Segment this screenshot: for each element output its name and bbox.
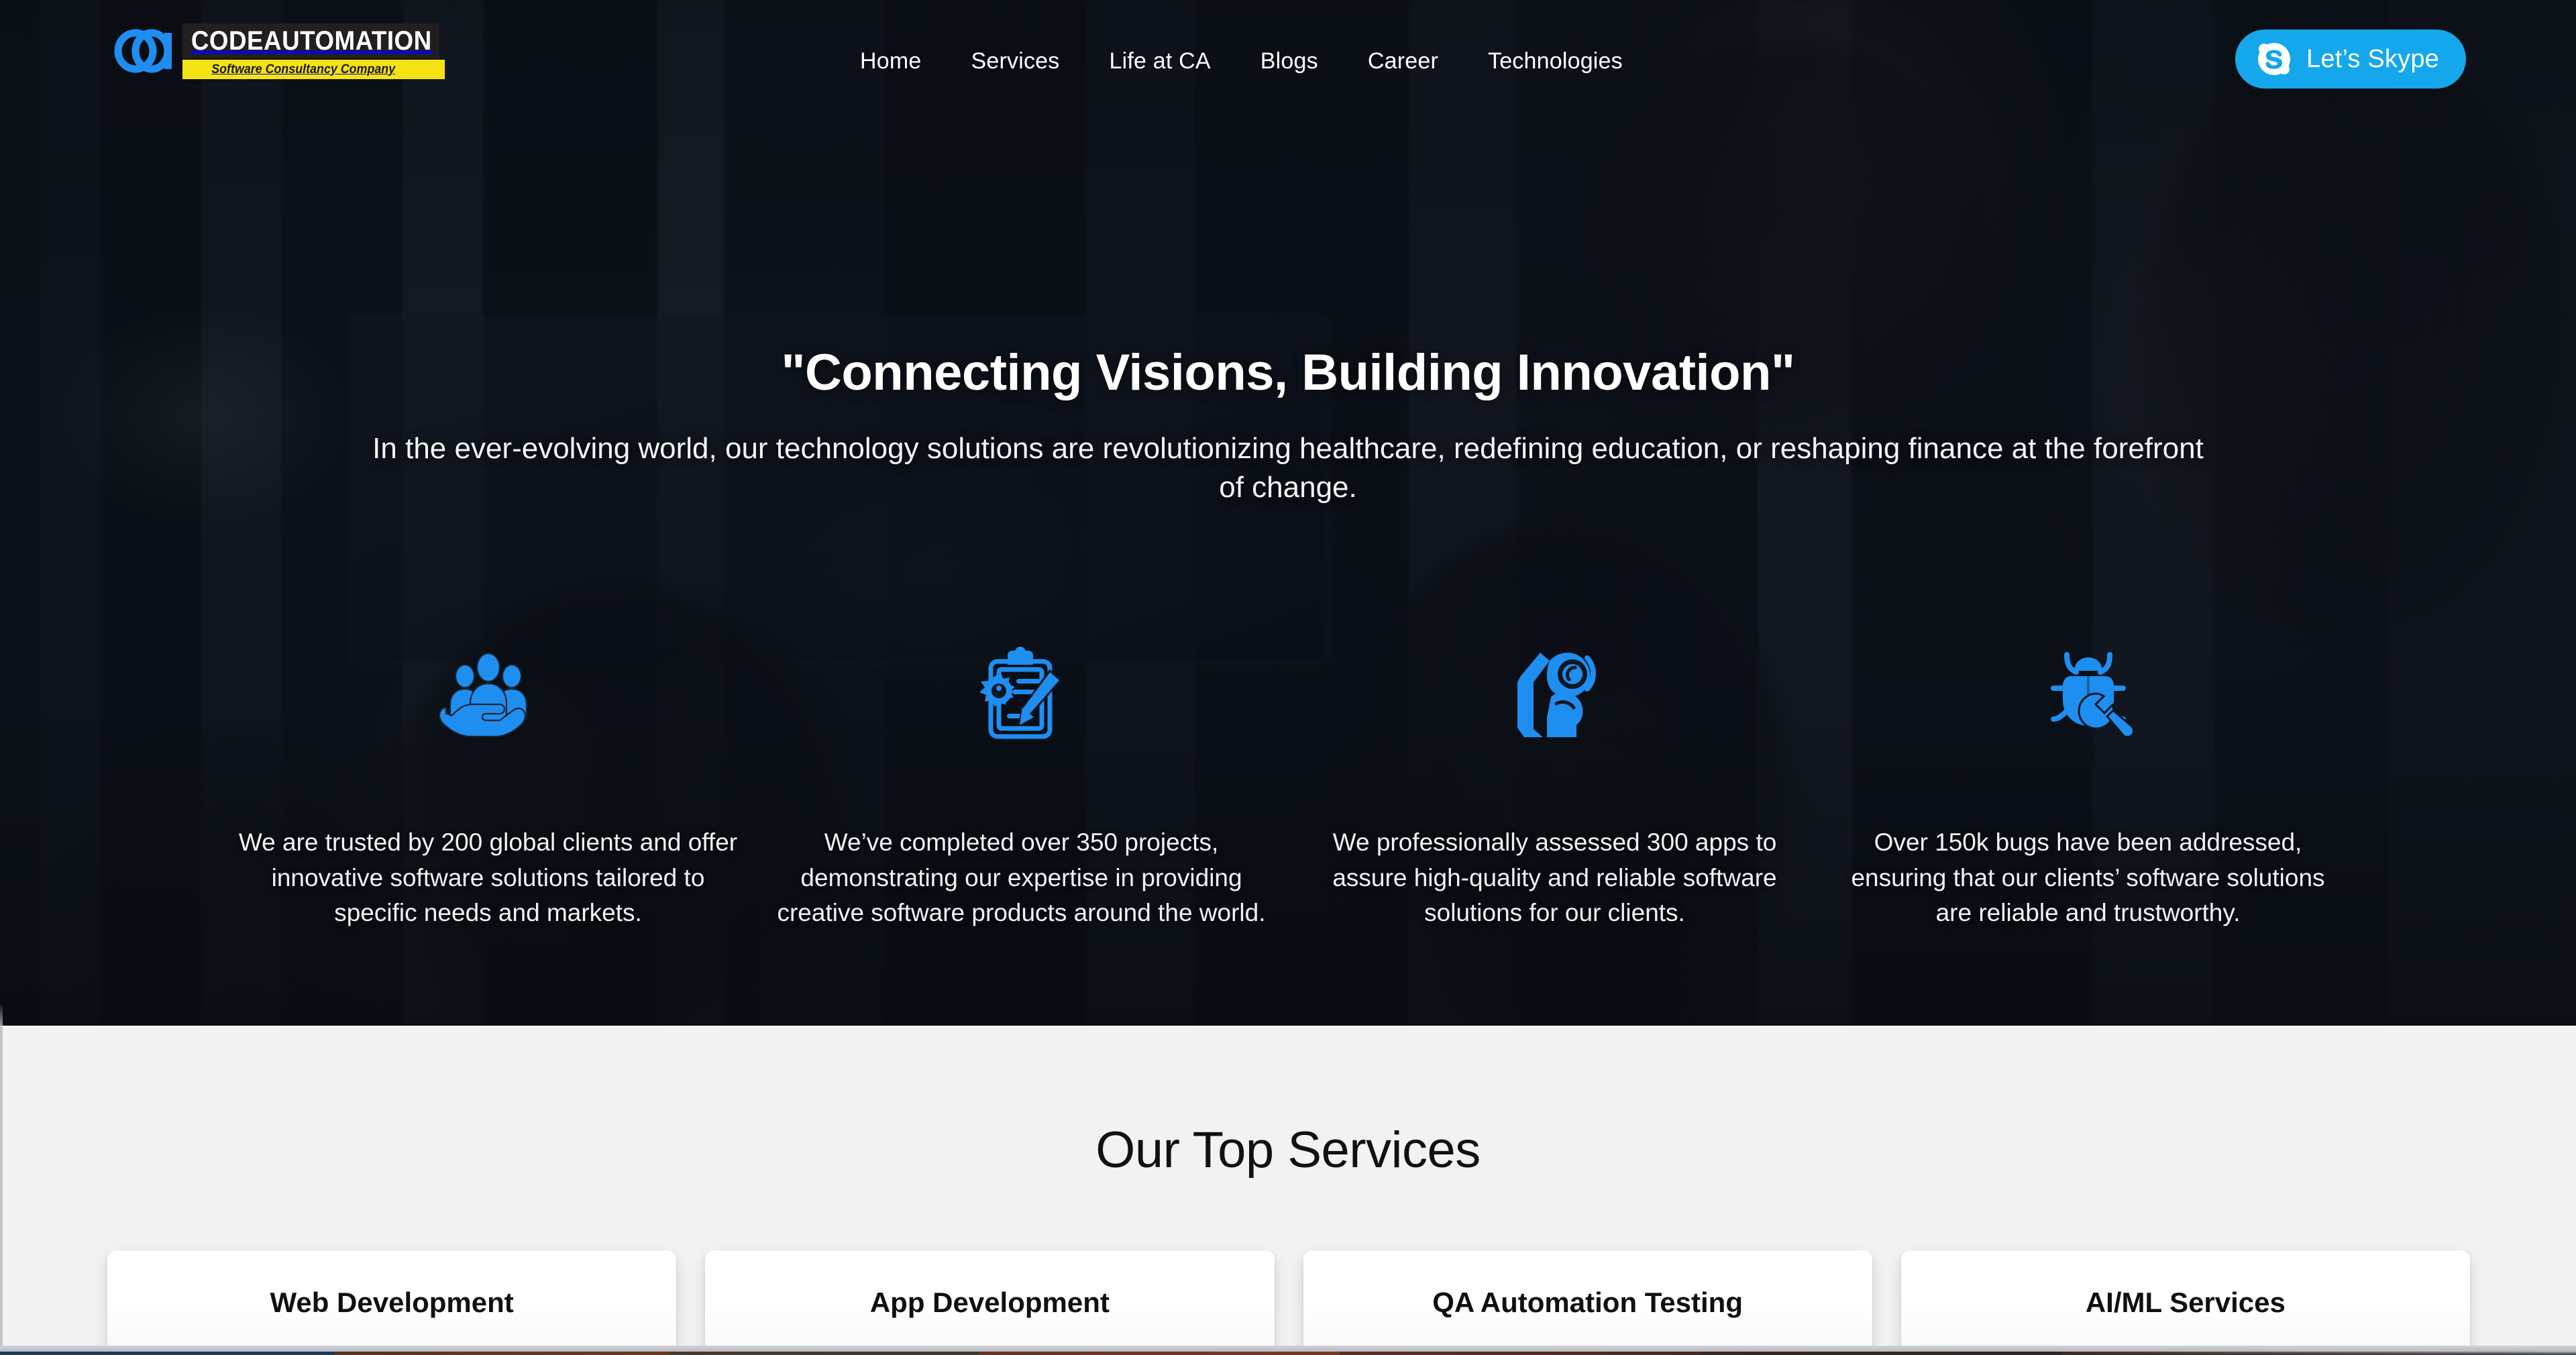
service-cards-row: Web Development App Development QA Autom… — [107, 1250, 2470, 1355]
skype-icon — [2258, 43, 2291, 75]
logo-wordmark: CODEAUTOMATION Software Consultancy Comp… — [182, 23, 462, 79]
nav-item-life-at-ca[interactable]: Life at CA — [1084, 42, 1235, 81]
hero-stat-apps: We professionally assessed 300 apps to a… — [1288, 644, 1821, 931]
nav-item-services[interactable]: Services — [947, 42, 1085, 81]
window-left-edge — [0, 0, 3, 1355]
lets-skype-button[interactable]: Let’s Skype — [2235, 30, 2466, 89]
hero-subheadline: In the ever-evolving world, our technolo… — [372, 432, 2204, 504]
ca-monogram-icon — [114, 29, 172, 73]
skype-button-label: Let’s Skype — [2306, 44, 2439, 73]
service-card-label: App Development — [869, 1287, 1110, 1318]
logo-company-name: CODEAUTOMATION — [182, 23, 439, 58]
logo-tagline: Software Consultancy Company — [182, 59, 445, 79]
hero-stat-text: We professionally assessed 300 apps to a… — [1332, 828, 1777, 927]
landing-page: CODEAUTOMATION Software Consultancy Comp… — [0, 0, 2576, 1355]
hero-stat-text: We are trusted by 200 global clients and… — [238, 828, 738, 927]
service-card-label: Web Development — [270, 1287, 514, 1318]
service-card-label: QA Automation Testing — [1432, 1287, 1743, 1318]
nav-item-blogs[interactable]: Blogs — [1236, 42, 1343, 81]
hero-stat-text: Over 150k bugs have been addressed, ensu… — [1851, 828, 2325, 927]
hero-stat-text: We’ve completed over 350 projects, demon… — [777, 828, 1266, 927]
bug-wrench-icon — [2031, 644, 2145, 745]
service-card-qa-automation-testing[interactable]: QA Automation Testing — [1303, 1250, 1872, 1355]
service-card-app-development[interactable]: App Development — [705, 1250, 1275, 1355]
services-heading: Our Top Services — [1095, 1122, 1481, 1179]
service-card-ai-ml-services[interactable]: AI/ML Services — [1900, 1250, 2470, 1355]
people-in-hand-icon — [431, 644, 545, 745]
site-logo[interactable]: CODEAUTOMATION Software Consultancy Comp… — [113, 23, 462, 79]
app-inspection-hand-icon — [1498, 644, 1612, 745]
hero-stat-bugs: Over 150k bugs have been addressed, ensu… — [1821, 644, 2355, 931]
hero-stats-row: We are trusted by 200 global clients and… — [221, 644, 2355, 931]
nav-item-career[interactable]: Career — [1343, 42, 1463, 81]
hero-stat-projects: We’ve completed over 350 projects, demon… — [755, 644, 1288, 931]
window-bottom-accent-strip — [0, 1352, 2576, 1355]
nav-item-technologies[interactable]: Technologies — [1463, 42, 1648, 81]
clipboard-gear-pencil-icon — [965, 644, 1079, 745]
nav-item-home[interactable]: Home — [835, 42, 947, 81]
service-card-web-development[interactable]: Web Development — [107, 1250, 677, 1355]
site-header: CODEAUTOMATION Software Consultancy Comp… — [0, 0, 2576, 126]
hero-headline: "Connecting Visions, Building Innovation… — [781, 344, 1795, 401]
primary-navigation: Home Services Life at CA Blogs Career Te… — [835, 42, 1648, 81]
service-card-label: AI/ML Services — [2085, 1287, 2286, 1318]
hero-stat-clients: We are trusted by 200 global clients and… — [221, 644, 755, 931]
